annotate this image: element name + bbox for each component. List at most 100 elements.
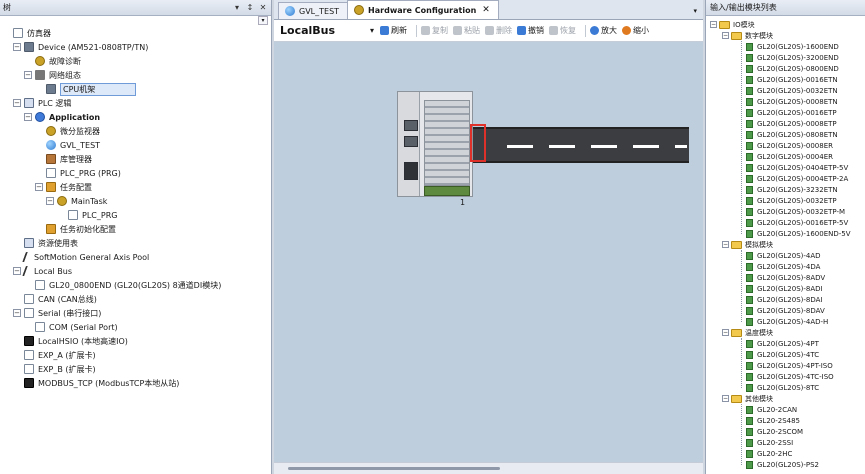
module-item[interactable]: GL20(GL20S)-4AD-H	[746, 316, 828, 327]
module-group[interactable]: − 温度模块	[722, 327, 773, 338]
tree-item[interactable]: 微分监视器	[35, 124, 100, 138]
module-item[interactable]: GL20(GL20S)-1600END-5V	[746, 228, 851, 239]
tree-item[interactable]: 仿真器	[2, 26, 51, 40]
scrollbar-thumb[interactable]	[288, 467, 500, 470]
tree-item[interactable]: EXP_A (扩展卡)	[13, 348, 96, 362]
module-item[interactable]: GL20(GL20S)-0016ETP	[746, 107, 837, 118]
bus-selector[interactable]: LocalBus	[280, 24, 370, 37]
module-item[interactable]: GL20(GL20S)-4AD	[746, 250, 821, 261]
tree-item[interactable]: − Serial (串行接口)	[13, 306, 101, 320]
module-item[interactable]: GL20(GL20S)-8DAI	[746, 294, 822, 305]
copy-button[interactable]: 复制	[421, 25, 448, 36]
tree-item[interactable]: EXP_B (扩展卡)	[13, 362, 96, 376]
refresh-button[interactable]: 刷新	[380, 25, 407, 36]
tree-item[interactable]: GL20_0800END (GL20(GL20S) 8通道DI模块)	[24, 278, 221, 292]
module-item[interactable]: GL20(GL20S)-1600END	[746, 41, 839, 52]
module-item[interactable]: GL20(GL20S)-0004ETP-2A	[746, 173, 848, 184]
module-item[interactable]: GL20(GL20S)-0008ETN	[746, 96, 838, 107]
pane-close-button[interactable]: ✕	[258, 3, 268, 12]
tree-item[interactable]: GVL_TEST	[35, 138, 100, 152]
tree-item[interactable]: LocalHSIO (本地高速IO)	[13, 334, 128, 348]
undo-button[interactable]: 撤销	[517, 25, 544, 36]
tree-item[interactable]: COM (Serial Port)	[24, 320, 118, 334]
collapse-toggle-icon[interactable]: −	[13, 43, 21, 51]
module-item[interactable]: GL20(GL20S)-0008ETP	[746, 118, 837, 129]
hardware-canvas[interactable]: 1	[274, 42, 703, 462]
collapse-toggle-icon[interactable]: −	[24, 71, 32, 79]
tree-item[interactable]: − Local Bus	[13, 264, 72, 278]
tab-hardware-configuration[interactable]: Hardware Configuration ✕	[347, 0, 499, 19]
tree-scroll-button[interactable]: ▾	[258, 16, 268, 25]
module-item[interactable]: GL20(GL20S)-3200END	[746, 52, 839, 63]
module-item[interactable]: GL20(GL20S)-4PT-ISO	[746, 360, 833, 371]
pane-pin-button[interactable]: ↕	[245, 3, 255, 12]
module-item[interactable]: GL20(GL20S)-4TC	[746, 349, 819, 360]
tree-item[interactable]: − Application	[24, 110, 100, 124]
module-item[interactable]: GL20(GL20S)-3232ETN	[746, 184, 838, 195]
module-item[interactable]: GL20(GL20S)-8TC	[746, 382, 819, 393]
zoom-out-button[interactable]: 缩小	[622, 25, 649, 36]
collapse-toggle-icon[interactable]: −	[13, 309, 21, 317]
module-item[interactable]: GL20(GL20S)-4DA	[746, 261, 820, 272]
module-item[interactable]: GL20(GL20S)-0404ETP-5V	[746, 162, 848, 173]
module-item[interactable]: GL20-2S485	[746, 415, 800, 426]
module-item[interactable]: GL20(GL20S)-0032ETP-M	[746, 206, 845, 217]
module-item[interactable]: GL20(GL20S)-8ADI	[746, 283, 823, 294]
module-item[interactable]: GL20-2SCOM	[746, 426, 803, 437]
tree-item[interactable]: − Device (AM521-0808TP/TN)	[13, 40, 148, 54]
plc-device-image[interactable]	[397, 91, 473, 197]
tree-item[interactable]: − MainTask	[46, 194, 107, 208]
io-root-node[interactable]: − IO模块	[710, 19, 755, 30]
collapse-toggle-icon[interactable]: −	[722, 241, 729, 248]
module-item[interactable]: GL20(GL20S)-0800END	[746, 63, 839, 74]
module-item[interactable]: GL20(GL20S)-8ADV	[746, 272, 825, 283]
collapse-toggle-icon[interactable]: −	[46, 197, 54, 205]
delete-button[interactable]: 删除	[485, 25, 512, 36]
redo-button[interactable]: 恢复	[549, 25, 576, 36]
zoom-in-button[interactable]: 放大	[590, 25, 617, 36]
module-item[interactable]: GL20(GL20S)-PS2	[746, 459, 819, 470]
tree-item[interactable]: MODBUS_TCP (ModbusTCP本地从站)	[13, 376, 179, 390]
tree-item[interactable]: − 任务配置	[35, 180, 92, 194]
module-group[interactable]: − 模拟模块	[722, 239, 773, 250]
tree-item[interactable]: PLC_PRG	[57, 208, 117, 222]
tree-item[interactable]: 资源使用表	[13, 236, 78, 250]
tree-item[interactable]: − PLC 逻辑	[13, 96, 71, 110]
module-item[interactable]: GL20(GL20S)-8DAV	[746, 305, 825, 316]
module-group[interactable]: − 数字模块	[722, 30, 773, 41]
module-item[interactable]: GL20(GL20S)-0032ETP	[746, 195, 837, 206]
module-item[interactable]: GL20(GL20S)-0808ETN	[746, 129, 838, 140]
tab-list-dropdown[interactable]: ▾	[693, 7, 697, 15]
tree-item[interactable]: − 网络组态	[24, 68, 81, 82]
tree-item[interactable]: SoftMotion General Axis Pool	[13, 250, 149, 264]
module-item[interactable]: GL20-2HC	[746, 448, 792, 459]
pane-menu-button[interactable]: ▾	[232, 3, 242, 12]
collapse-toggle-icon[interactable]: −	[35, 183, 43, 191]
collapse-toggle-icon[interactable]: −	[13, 99, 21, 107]
collapse-toggle-icon[interactable]: −	[710, 21, 717, 28]
horizontal-scrollbar[interactable]	[274, 462, 703, 474]
tree-item[interactable]: PLC_PRG (PRG)	[35, 166, 121, 180]
module-item[interactable]: GL20(GL20S)-0004ER	[746, 151, 833, 162]
module-item[interactable]: GL20(GL20S)-0016ETN	[746, 74, 838, 85]
tree-item[interactable]: 任务初始化配置	[35, 222, 116, 236]
collapse-toggle-icon[interactable]: −	[722, 395, 729, 402]
tree-item[interactable]: CAN (CAN总线)	[13, 292, 97, 306]
module-group[interactable]: − 其他模块	[722, 393, 773, 404]
bus-dropdown-icon[interactable]: ▾	[370, 26, 374, 35]
close-tab-icon[interactable]: ✕	[482, 5, 490, 15]
module-item[interactable]: GL20(GL20S)-4PT	[746, 338, 819, 349]
paste-button[interactable]: 粘贴	[453, 25, 480, 36]
empty-slot-highlight[interactable]	[470, 124, 486, 162]
collapse-toggle-icon[interactable]: −	[24, 113, 32, 121]
collapse-toggle-icon[interactable]: −	[722, 329, 729, 336]
module-item[interactable]: GL20(GL20S)-0008ER	[746, 140, 833, 151]
module-item[interactable]: GL20-2SSI	[746, 437, 793, 448]
tree-item[interactable]: CPU机架	[35, 82, 137, 96]
module-item[interactable]: GL20(GL20S)-0032ETN	[746, 85, 838, 96]
module-item[interactable]: GL20-2CAN	[746, 404, 797, 415]
module-item[interactable]: GL20(GL20S)-0016ETP-5V	[746, 217, 848, 228]
module-item[interactable]: GL20(GL20S)-4TC-ISO	[746, 371, 834, 382]
tab-gvl-test[interactable]: GVL_TEST	[278, 2, 349, 19]
collapse-toggle-icon[interactable]: −	[13, 267, 21, 275]
